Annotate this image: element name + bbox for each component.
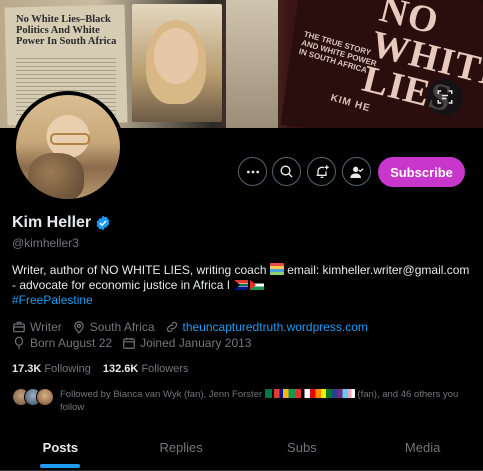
notifications-button[interactable] xyxy=(307,157,336,186)
avatar-cat xyxy=(28,153,84,199)
hashtag-link[interactable]: #FreePalestine xyxy=(12,293,93,307)
tab-replies[interactable]: Replies xyxy=(121,430,242,470)
balloon-icon xyxy=(14,336,24,349)
joined-item: Joined January 2013 xyxy=(122,336,251,350)
followers-count: 132.6K xyxy=(102,363,139,375)
flag-emojis-icon xyxy=(264,389,355,398)
following-link[interactable]: 17.3K Following xyxy=(12,363,91,375)
followers-you-know-avatars[interactable] xyxy=(12,388,56,406)
scan-icon xyxy=(437,90,453,104)
banner-media-button[interactable] xyxy=(427,79,463,115)
bio-text: Writer, author of NO WHITE LIES, writing… xyxy=(12,263,270,277)
banner-page xyxy=(226,0,278,128)
followers-link[interactable]: 132.6K Followers xyxy=(103,363,189,375)
avatar[interactable] xyxy=(12,91,124,203)
verified-badge-icon[interactable] xyxy=(95,215,111,231)
palestine-flag-icon xyxy=(250,280,265,290)
birthday: Born August 22 xyxy=(30,336,113,350)
followers-label: Followers xyxy=(141,363,189,375)
search-icon xyxy=(280,165,293,178)
followed-by-prefix: Followed by Bianca van Wyk (fan), Jenn F… xyxy=(60,389,265,400)
tab-subs[interactable]: Subs xyxy=(242,430,363,470)
tab-posts[interactable]: Posts xyxy=(0,430,121,470)
following-count: 17.3K xyxy=(12,363,42,375)
profession: Writer xyxy=(30,320,62,334)
more-button[interactable] xyxy=(238,157,267,186)
more-icon xyxy=(246,170,259,173)
tab-media[interactable]: Media xyxy=(362,430,483,470)
location-pin-icon xyxy=(74,321,84,334)
link-icon xyxy=(166,321,177,333)
bell-plus-icon xyxy=(316,164,329,178)
books-emoji-icon xyxy=(269,263,284,275)
mini-avatars xyxy=(12,388,56,406)
search-button[interactable] xyxy=(272,157,301,186)
joined-date: Joined January 2013 xyxy=(140,336,252,350)
profile-meta-row-1: Writer South Africa theuncapturedtruth.w… xyxy=(12,320,378,334)
banner-headline: No White Lies–Black Politics And White P… xyxy=(16,14,117,47)
follow-stats: 17.3K Following 132.6K Followers xyxy=(12,363,189,375)
location-item: South Africa xyxy=(72,320,155,334)
followed-by-text[interactable]: Followed by Bianca van Wyk (fan), Jenn F… xyxy=(60,388,480,414)
person-check-icon xyxy=(349,166,363,178)
avatar-glasses xyxy=(50,133,90,145)
user-handle: @kimheller3 xyxy=(12,236,79,250)
profile-tabs: Posts Replies Subs Media xyxy=(0,430,483,471)
profile-meta-row-2: Born August 22 Joined January 2013 xyxy=(12,336,261,350)
avatar xyxy=(36,388,54,406)
calendar-icon xyxy=(123,337,135,349)
south-africa-flag-icon xyxy=(234,280,249,290)
following-label: Following xyxy=(44,363,91,375)
website-item: theuncapturedtruth.wordpress.com xyxy=(165,320,368,334)
name-row: Kim Heller xyxy=(12,214,111,232)
website-link[interactable]: theuncapturedtruth.wordpress.com xyxy=(183,320,368,334)
bio: Writer, author of NO WHITE LIES, writing… xyxy=(12,263,474,308)
banner-photo-face xyxy=(154,28,198,84)
briefcase-icon xyxy=(13,321,25,333)
following-button[interactable] xyxy=(342,157,371,186)
display-name: Kim Heller xyxy=(12,214,92,231)
profession-item: Writer xyxy=(12,320,62,334)
birthday-item: Born August 22 xyxy=(12,336,112,350)
location: South Africa xyxy=(89,320,155,334)
subscribe-button[interactable]: Subscribe xyxy=(378,157,465,187)
